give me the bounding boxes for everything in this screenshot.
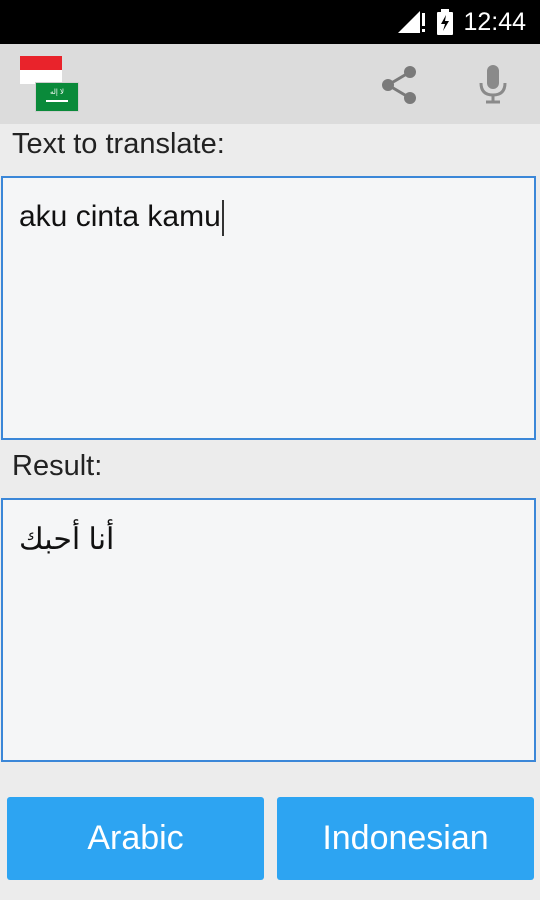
translate-input-field[interactable]: aku cinta kamu (1, 176, 536, 440)
share-icon[interactable] (378, 64, 420, 106)
input-label: Text to translate: (12, 128, 225, 160)
indonesia-flag-icon (20, 56, 62, 84)
action-bar: ﻻ إله (0, 44, 540, 124)
signal-icon (398, 11, 425, 33)
clock-time: 12:44 (463, 8, 526, 36)
arabic-language-button[interactable]: Arabic (7, 797, 264, 880)
input-text: aku cinta kamu (19, 200, 221, 233)
language-flags-button[interactable]: ﻻ إله (20, 56, 80, 114)
result-text: أنا أحبك (19, 523, 115, 556)
result-label: Result: (12, 450, 103, 482)
battery-icon (437, 9, 453, 35)
status-bar: 12:44 (0, 0, 540, 44)
saudi-arabia-flag-icon: ﻻ إله (36, 83, 78, 111)
text-caret (221, 200, 224, 237)
indonesian-language-button[interactable]: Indonesian (277, 797, 534, 880)
result-field[interactable]: أنا أحبك (1, 498, 536, 762)
input-text-wrapper: aku cinta kamu (19, 200, 224, 237)
microphone-icon[interactable] (472, 62, 514, 106)
